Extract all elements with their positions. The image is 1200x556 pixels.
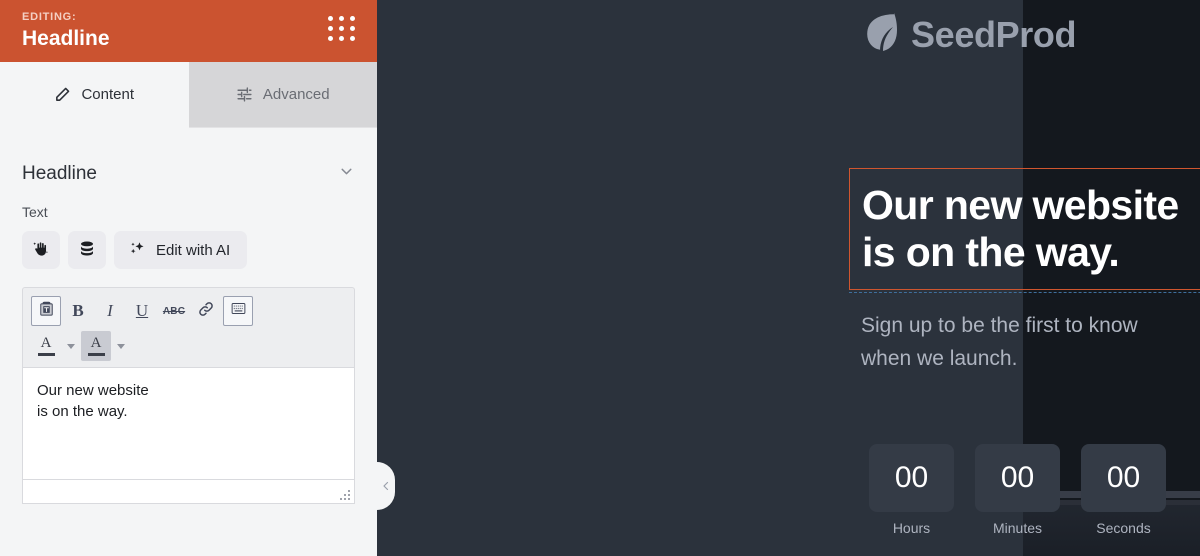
sliders-icon [236, 86, 253, 103]
chevron-down-icon[interactable] [338, 163, 355, 185]
letter-a-underline-icon: A [87, 336, 105, 356]
underline-icon: U [135, 301, 149, 320]
text-color-button[interactable]: A [31, 331, 61, 361]
countdown-unit-seconds: 00 Seconds [1081, 444, 1166, 536]
section-headline-header[interactable]: Headline [22, 140, 355, 208]
headline-text-input[interactable]: Our new website is on the way. [22, 367, 355, 480]
countdown-hours-value: 00 [894, 461, 929, 494]
grid-dots-icon[interactable] [328, 16, 356, 41]
preview-subtitle[interactable]: Sign up to be the first to know when we … [861, 309, 1138, 375]
sidebar-body: Headline Text Edit with AI B I U ABC A A… [0, 140, 377, 504]
headline-block-selected[interactable]: Our new website is on the way. [849, 168, 1200, 290]
link-icon [197, 300, 215, 323]
resize-grip-icon[interactable] [337, 487, 350, 500]
tab-advanced[interactable]: Advanced [188, 62, 377, 128]
editing-block-title: Headline [22, 27, 110, 50]
preview-headline-line-2: is on the way. [862, 229, 1120, 275]
countdown-seconds-label: Seconds [1096, 520, 1151, 536]
chevron-left-icon [380, 480, 392, 492]
text-field-label: Text [22, 204, 48, 220]
italic-button[interactable]: I [95, 296, 125, 326]
editor-status-bar [22, 480, 355, 504]
block-drop-indicator [849, 292, 1200, 293]
page-preview: SeedProd Our new website is on the way. … [377, 0, 1200, 556]
bold-button[interactable]: B [63, 296, 93, 326]
strikethrough-button[interactable]: ABC [159, 296, 189, 326]
editor-toolbar-row-1: B I U ABC [31, 296, 346, 326]
text-color-dropdown[interactable] [63, 331, 79, 361]
tab-content-label: Content [81, 86, 135, 103]
countdown-minutes-label: Minutes [992, 520, 1043, 536]
editor-content-line-1: Our new website [37, 382, 149, 399]
countdown-seconds-value: 00 [1106, 461, 1141, 494]
countdown-timer[interactable]: 00 Hours 00 Minutes 00 Seconds [869, 444, 1166, 536]
sparkles-icon [128, 239, 147, 262]
section-headline-title: Headline [22, 163, 97, 184]
edit-with-ai-label: Edit with AI [156, 241, 231, 259]
preview-subtitle-line-2: when we launch. [861, 347, 1018, 370]
editor-toolbar: B I U ABC A A [22, 287, 355, 367]
underline-button[interactable]: U [127, 296, 157, 326]
seedprod-logo-text: SeedProd [911, 13, 1077, 55]
database-icon [78, 240, 96, 261]
seedprod-page-builder: EDITING: Headline Content Advanced Headl… [0, 0, 1200, 556]
seedprod-logo[interactable]: SeedProd [861, 10, 1077, 59]
sidebar-tabs: Content Advanced [0, 62, 377, 128]
text-field-actions: Edit with AI [22, 231, 355, 269]
preview-subtitle-line-1: Sign up to be the first to know [861, 314, 1138, 337]
source-code-button[interactable] [223, 296, 253, 326]
edit-with-ai-button[interactable]: Edit with AI [114, 231, 248, 269]
magic-hand-icon-button[interactable] [22, 231, 60, 269]
leaf-icon [861, 10, 899, 59]
highlight-color-button[interactable]: A [81, 331, 111, 361]
preview-headline-line-1: Our new website [862, 182, 1179, 228]
keyboard-icon [230, 300, 247, 322]
editor-content-line-2: is on the way. [37, 403, 128, 420]
tab-content[interactable]: Content [0, 62, 189, 128]
countdown-unit-minutes: 00 Minutes [975, 444, 1060, 536]
clipboard-icon [38, 300, 55, 322]
magic-hand-icon [32, 240, 50, 261]
rich-text-editor: B I U ABC A A Our new website is on the … [22, 287, 355, 504]
pencil-icon [54, 86, 71, 103]
database-icon-button[interactable] [68, 231, 106, 269]
sidebar-header: EDITING: Headline [0, 0, 377, 62]
editor-sidebar: EDITING: Headline Content Advanced Headl… [0, 0, 377, 556]
countdown-unit-hours: 00 Hours [869, 444, 954, 536]
editing-eyebrow-label: EDITING: [22, 11, 77, 23]
countdown-minutes-value: 00 [1000, 461, 1035, 494]
letter-a-underline-icon: A [37, 336, 55, 356]
bold-icon: B [72, 301, 84, 320]
strikethrough-icon: ABC [162, 305, 186, 317]
insert-link-button[interactable] [191, 296, 221, 326]
tab-advanced-label: Advanced [262, 86, 330, 103]
editor-toolbar-row-2: A A [31, 331, 346, 361]
highlight-color-dropdown[interactable] [113, 331, 129, 361]
countdown-hours-label: Hours [892, 520, 931, 536]
paste-as-text-button[interactable] [31, 296, 61, 326]
italic-icon: I [107, 301, 113, 320]
